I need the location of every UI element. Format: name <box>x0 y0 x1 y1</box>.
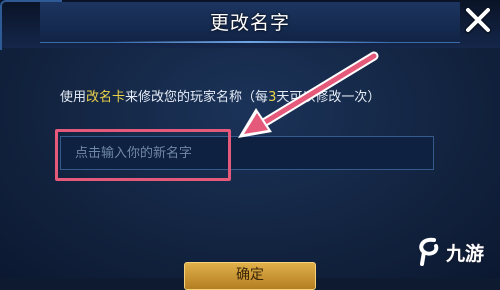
watermark-text: 九游 <box>446 243 485 265</box>
description-prefix: 使用 <box>60 90 87 105</box>
nine-game-logo-icon <box>419 237 439 266</box>
description-hidden: 每 <box>255 90 269 105</box>
new-name-input[interactable] <box>60 136 434 170</box>
description-suffix: 天可以修改一次） <box>276 90 381 105</box>
close-icon <box>464 6 492 34</box>
close-button[interactable] <box>460 2 496 38</box>
description-middle: 来修改您的玩家名称（ <box>125 90 256 105</box>
watermark-logo: 九游 <box>412 234 498 270</box>
rename-card-label: 改名卡 <box>86 90 126 105</box>
confirm-button[interactable]: 确定 <box>184 262 316 290</box>
rename-description: 使用改名卡来修改您的玩家名称（每3天可以修改一次） <box>60 86 480 105</box>
dialog-title: 更改名字 <box>209 12 290 34</box>
